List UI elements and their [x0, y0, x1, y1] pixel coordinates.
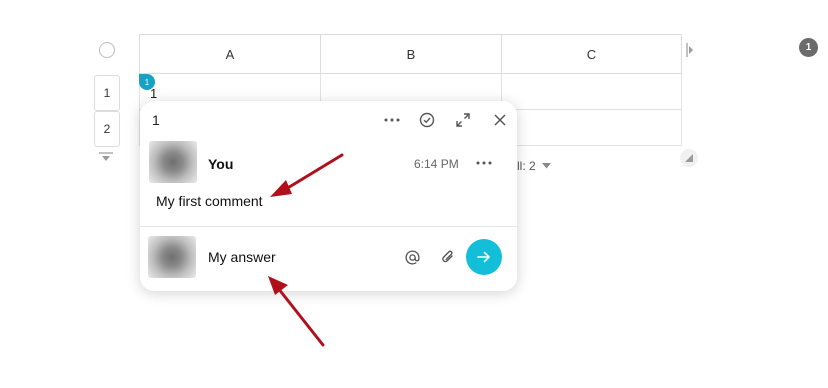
attach-icon[interactable]: [437, 246, 459, 268]
column-header-c[interactable]: C: [501, 34, 682, 74]
comment-text: My first comment: [156, 193, 263, 209]
divider: [140, 226, 517, 227]
send-arrow-icon: [477, 251, 490, 263]
chevron-down-icon: [541, 163, 551, 169]
row-label: 1: [103, 86, 111, 100]
resolve-check-icon[interactable]: [417, 110, 437, 130]
resize-handle-icon[interactable]: [680, 149, 698, 167]
close-icon[interactable]: [490, 110, 510, 130]
row-label: 2: [103, 122, 111, 136]
column-label: C: [586, 46, 597, 62]
column-header-b[interactable]: B: [320, 34, 501, 74]
row-header-2[interactable]: 2: [94, 111, 120, 147]
add-row-icon[interactable]: [98, 152, 114, 164]
popup-title: 1: [152, 112, 160, 128]
column-label: A: [225, 46, 235, 62]
comment-popup: 1 You 6:14 PM My first comment: [140, 101, 517, 291]
comment-more-icon[interactable]: [474, 153, 494, 173]
send-button[interactable]: [466, 239, 502, 275]
comment-marker[interactable]: 1: [139, 74, 155, 90]
column-label: B: [406, 46, 416, 62]
column-header-a[interactable]: A: [139, 34, 320, 74]
author-avatar: [149, 141, 197, 183]
expand-icon[interactable]: [453, 110, 473, 130]
reply-avatar: [148, 236, 196, 278]
cell-c2[interactable]: [501, 110, 682, 146]
select-all-circle[interactable]: [99, 42, 115, 58]
more-icon[interactable]: [382, 110, 402, 130]
comment-marker-count: 1: [144, 77, 150, 87]
reply-input[interactable]: [208, 249, 388, 265]
notification-count: 1: [805, 42, 812, 53]
cell-c1[interactable]: [501, 74, 682, 110]
mention-icon[interactable]: [401, 246, 423, 268]
row-header-1[interactable]: 1: [94, 75, 120, 111]
comment-time: 6:14 PM: [414, 157, 459, 171]
comment-author: You: [208, 156, 234, 172]
popup-header: 1: [140, 101, 517, 139]
notification-badge[interactable]: 1: [799, 38, 818, 57]
add-column-icon[interactable]: [686, 42, 694, 58]
